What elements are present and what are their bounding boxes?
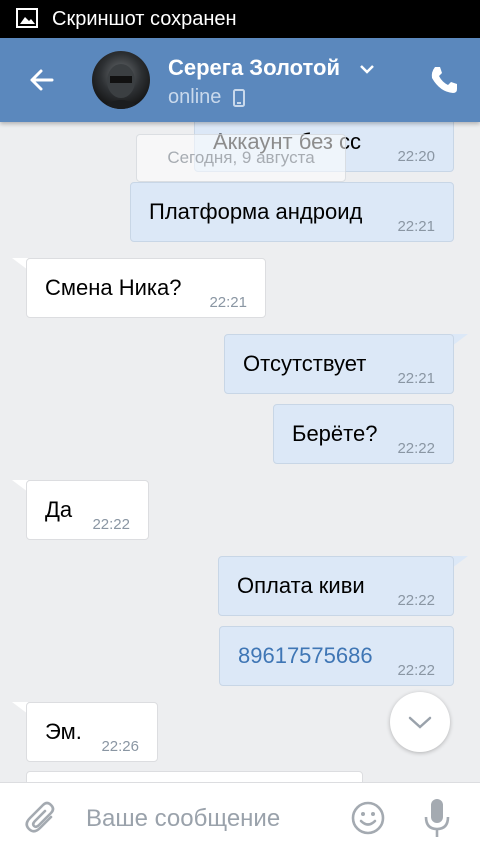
chat-header: Серега Золотой online bbox=[0, 38, 480, 122]
message-time: 22:22 bbox=[92, 516, 130, 533]
presence-status: online bbox=[168, 86, 222, 108]
phone-number-link[interactable]: 89617575686 bbox=[238, 627, 373, 685]
message-text: Оплата киви bbox=[237, 573, 365, 598]
contact-name[interactable]: Серега Золотой bbox=[168, 55, 340, 81]
message-outgoing[interactable]: Оплата киви 22:22 bbox=[218, 556, 454, 616]
message-text: Эм. bbox=[45, 719, 82, 744]
message-incoming[interactable]: Смена Ника? 22:21 bbox=[26, 258, 266, 318]
status-text: Скриншот сохранен bbox=[52, 8, 237, 30]
message-incoming[interactable]: Эм. 22:26 bbox=[26, 702, 158, 762]
message-text: Отсутствует bbox=[243, 351, 367, 376]
message-outgoing[interactable]: Отсутствует 22:21 bbox=[224, 334, 454, 394]
message-incoming[interactable] bbox=[26, 771, 363, 782]
message-text: Да bbox=[45, 497, 73, 522]
message-outgoing[interactable]: Платформа андроид 22:21 bbox=[130, 182, 454, 242]
status-bar: Скриншот сохранен bbox=[0, 0, 480, 38]
call-icon[interactable] bbox=[428, 64, 460, 96]
message-text: Смена Ника? bbox=[45, 275, 182, 300]
message-time: 22:22 bbox=[397, 592, 435, 609]
message-time: 22:21 bbox=[397, 218, 435, 235]
scroll-down-button[interactable] bbox=[390, 692, 450, 752]
message-time: 22:22 bbox=[397, 440, 435, 457]
message-time: 22:26 bbox=[101, 738, 139, 755]
message-outgoing[interactable]: 89617575686 22:22 bbox=[219, 626, 454, 686]
message-outgoing[interactable]: Берёте? 22:22 bbox=[273, 404, 454, 464]
chevron-down-icon bbox=[408, 716, 432, 729]
message-time: 22:21 bbox=[209, 294, 247, 311]
message-incoming[interactable]: Да 22:22 bbox=[26, 480, 149, 540]
date-separator: Сегодня, 9 августа bbox=[136, 134, 346, 182]
avatar[interactable] bbox=[92, 51, 150, 109]
image-icon bbox=[16, 8, 38, 28]
message-text: Берёте? bbox=[292, 421, 378, 446]
microphone-icon[interactable] bbox=[421, 797, 453, 839]
emoji-icon[interactable] bbox=[351, 801, 385, 835]
message-time: 22:22 bbox=[397, 662, 435, 679]
chevron-down-icon[interactable] bbox=[358, 62, 376, 76]
paperclip-icon[interactable] bbox=[24, 801, 60, 837]
message-text: Платформа андроид bbox=[149, 199, 363, 224]
back-arrow-icon[interactable] bbox=[22, 60, 62, 100]
message-list[interactable]: Сегодня, 9 августа Аккаунт без сс 22:20 … bbox=[0, 122, 480, 782]
bubble-tail bbox=[452, 556, 468, 568]
phone-device-icon bbox=[233, 89, 245, 107]
message-time: 22:21 bbox=[397, 370, 435, 387]
message-input[interactable] bbox=[86, 801, 336, 837]
message-composer bbox=[0, 782, 480, 855]
bubble-tail bbox=[452, 334, 468, 346]
message-time: 22:20 bbox=[397, 148, 435, 165]
